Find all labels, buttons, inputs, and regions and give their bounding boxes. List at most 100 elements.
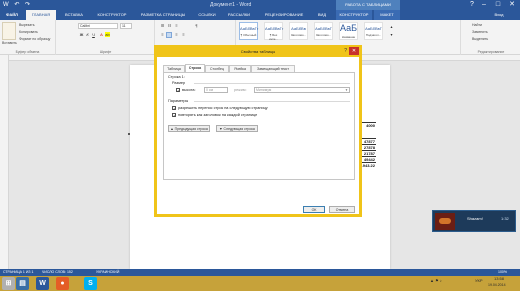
ok-button[interactable]: ОК bbox=[303, 206, 325, 213]
tab-references[interactable]: ССЫЛКИ bbox=[194, 10, 220, 20]
tab-mailings[interactable]: РАССЫЛКИ bbox=[222, 10, 256, 20]
cut-button[interactable]: Вырезать bbox=[19, 23, 35, 27]
tab-review[interactable]: РЕЦЕНЗИРОВАНИЕ bbox=[258, 10, 310, 20]
tab-insert[interactable]: ВСТАВКА bbox=[58, 10, 90, 20]
style-sample: АаБбВвГ bbox=[365, 26, 382, 31]
tab-alt-text[interactable]: Замещающий текст bbox=[251, 65, 295, 72]
underline-button[interactable]: Ч bbox=[91, 32, 96, 37]
tray-time[interactable]: 13:58 bbox=[494, 276, 504, 281]
numbering-icon[interactable]: ☷ bbox=[167, 23, 172, 28]
bullets-icon[interactable]: ☰ bbox=[160, 23, 165, 28]
select-button[interactable]: Выделить bbox=[472, 37, 488, 41]
tab-layout-page[interactable]: РАЗМЕТКА СТРАНИЦЫ bbox=[134, 10, 192, 20]
toast-time: 1:32 bbox=[501, 216, 509, 221]
chevron-down-icon: ▼ bbox=[345, 88, 348, 92]
style-title[interactable]: АаБ Название bbox=[339, 22, 358, 40]
dialog-close-button[interactable]: ✕ bbox=[349, 47, 359, 55]
vertical-ruler[interactable] bbox=[0, 55, 9, 269]
paste-label: Вставить bbox=[2, 41, 17, 45]
sign-in[interactable]: Вход bbox=[484, 10, 514, 20]
style-sample: АаБ bbox=[340, 23, 358, 33]
chrome-icon[interactable]: ● bbox=[56, 277, 69, 290]
style-heading2[interactable]: АаБбВвГ Заголово... bbox=[314, 22, 333, 40]
windows-start-icon[interactable]: ⊞ bbox=[2, 277, 15, 290]
pilcrow-icon[interactable]: ¶ bbox=[194, 23, 199, 28]
multilevel-icon[interactable]: ≡ bbox=[174, 23, 179, 28]
mode-label: режим: bbox=[234, 88, 247, 92]
style-heading1[interactable]: АаБбВв Заголово... bbox=[289, 22, 308, 40]
height-checkbox[interactable]: ✓ bbox=[176, 88, 180, 93]
previous-row-button[interactable]: ▲ Предыдущая строка bbox=[168, 125, 210, 132]
tab-row[interactable]: Строка bbox=[185, 64, 205, 72]
tray-language[interactable]: УКР bbox=[475, 278, 483, 283]
tab-design[interactable]: КОНСТРУКТОР bbox=[92, 10, 132, 20]
page-count[interactable]: СТРАНИЦА 1 ИЗ 1 bbox=[3, 270, 33, 274]
dialog-title: Свойства таблицы bbox=[157, 48, 359, 57]
font-name-box[interactable]: Calibri bbox=[78, 23, 118, 29]
explorer-icon[interactable]: ▤ bbox=[16, 277, 29, 290]
media-toast[interactable]: Shazam! 1:32 bbox=[432, 210, 516, 232]
paste-button[interactable] bbox=[2, 22, 16, 40]
style-subtitle[interactable]: АаБбВвГ Подзагол... bbox=[364, 22, 383, 40]
font-group-label: Шрифт bbox=[99, 50, 112, 54]
style-normal[interactable]: АаБбВвГг ¶ Обычный bbox=[239, 22, 258, 40]
minimize-icon[interactable]: – bbox=[478, 0, 490, 10]
row-label: Строка 1: bbox=[168, 75, 185, 79]
quick-access-icons[interactable]: W ↶ ↷ bbox=[3, 1, 32, 8]
word-count[interactable]: ЧИСЛО СЛОВ: 152 bbox=[42, 270, 73, 274]
word-icon[interactable]: W bbox=[36, 277, 49, 290]
styles-scroll-up-icon[interactable]: ▴ bbox=[389, 24, 394, 29]
close-icon[interactable]: ✕ bbox=[506, 0, 518, 10]
tab-table[interactable]: Таблица bbox=[163, 65, 185, 72]
copy-button[interactable]: Копировать bbox=[19, 30, 38, 34]
align-center-icon[interactable] bbox=[166, 32, 172, 38]
language[interactable]: УКРАИНСКИЙ bbox=[96, 270, 119, 274]
table-properties-dialog: Свойства таблицы ? ✕ Таблица Строка Стол… bbox=[154, 45, 362, 217]
allow-break-checkbox[interactable]: ✓ bbox=[172, 106, 176, 111]
repeat-header-checkbox[interactable]: ✓ bbox=[172, 113, 176, 118]
size-separator bbox=[194, 83, 350, 84]
styles-scroll-down-icon[interactable]: ▾ bbox=[389, 32, 394, 37]
style-sample: АаБбВвГ bbox=[315, 26, 332, 31]
format-painter-button[interactable]: Формат по образцу bbox=[19, 37, 50, 41]
next-row-button[interactable]: ▼ Следующая строка bbox=[216, 125, 258, 132]
height-input[interactable]: 0 см bbox=[204, 87, 228, 93]
italic-button[interactable]: К bbox=[85, 32, 90, 37]
tray-date[interactable]: 19.04.2014 bbox=[488, 283, 506, 287]
font-color-button[interactable]: A bbox=[99, 32, 104, 37]
tab-view[interactable]: ВИД bbox=[312, 10, 332, 20]
zoom-level[interactable]: 100% bbox=[498, 270, 507, 274]
replace-button[interactable]: Заменить bbox=[472, 30, 488, 34]
window-title: Документ1 - Word bbox=[210, 2, 252, 8]
tab-table-design[interactable]: КОНСТРУКТОР bbox=[336, 10, 372, 20]
tab-cell[interactable]: Ячейка bbox=[229, 65, 251, 72]
tab-column[interactable]: Столбец bbox=[205, 65, 229, 72]
tab-home[interactable]: ГЛАВНАЯ bbox=[26, 10, 56, 20]
maximize-icon[interactable]: □ bbox=[492, 0, 504, 10]
justify-icon[interactable]: ≡ bbox=[181, 32, 186, 37]
table-move-handle[interactable] bbox=[128, 133, 130, 135]
font-size-box[interactable]: 11 bbox=[120, 23, 132, 29]
tab-table-layout[interactable]: МАКЕТ bbox=[374, 10, 400, 20]
highlight-button[interactable]: ab bbox=[105, 32, 110, 37]
style-name: Заголово... bbox=[315, 33, 332, 37]
status-bar: СТРАНИЦА 1 ИЗ 1 ЧИСЛО СЛОВ: 152 УКРАИНСК… bbox=[0, 269, 520, 276]
tray-icons[interactable]: ▲ ⚑ ♪ bbox=[430, 278, 442, 283]
editing-group-label: Редактирование bbox=[477, 50, 505, 54]
dialog-body: Таблица Строка Столбец Ячейка Замещающий… bbox=[161, 58, 355, 213]
title-bar: W ↶ ↷ Документ1 - Word РАБОТА С ТАБЛИЦАМ… bbox=[0, 0, 520, 10]
tab-file[interactable]: ФАЙЛ bbox=[0, 10, 24, 20]
repeat-header-label: повторять как заголовок на каждой страни… bbox=[178, 113, 258, 117]
help-icon[interactable]: ? bbox=[466, 0, 478, 10]
skype-icon[interactable]: S bbox=[84, 277, 97, 290]
style-no-spacing[interactable]: АаБбВвГг ¶ Без инте... bbox=[264, 22, 284, 41]
bold-button[interactable]: Ж bbox=[79, 32, 84, 37]
style-sample: АаБбВвГг bbox=[265, 26, 284, 31]
font-group: Calibri 11 Ж К Ч A ab Шрифт bbox=[57, 20, 155, 55]
find-button[interactable]: Найти bbox=[472, 23, 482, 27]
align-right-icon[interactable]: ≡ bbox=[174, 32, 179, 37]
dialog-help-icon[interactable]: ? bbox=[344, 48, 347, 54]
mode-select[interactable]: Минимум ▼ bbox=[254, 87, 350, 93]
cancel-button[interactable]: Отмена bbox=[329, 206, 355, 213]
align-left-icon[interactable]: ≡ bbox=[160, 32, 165, 37]
